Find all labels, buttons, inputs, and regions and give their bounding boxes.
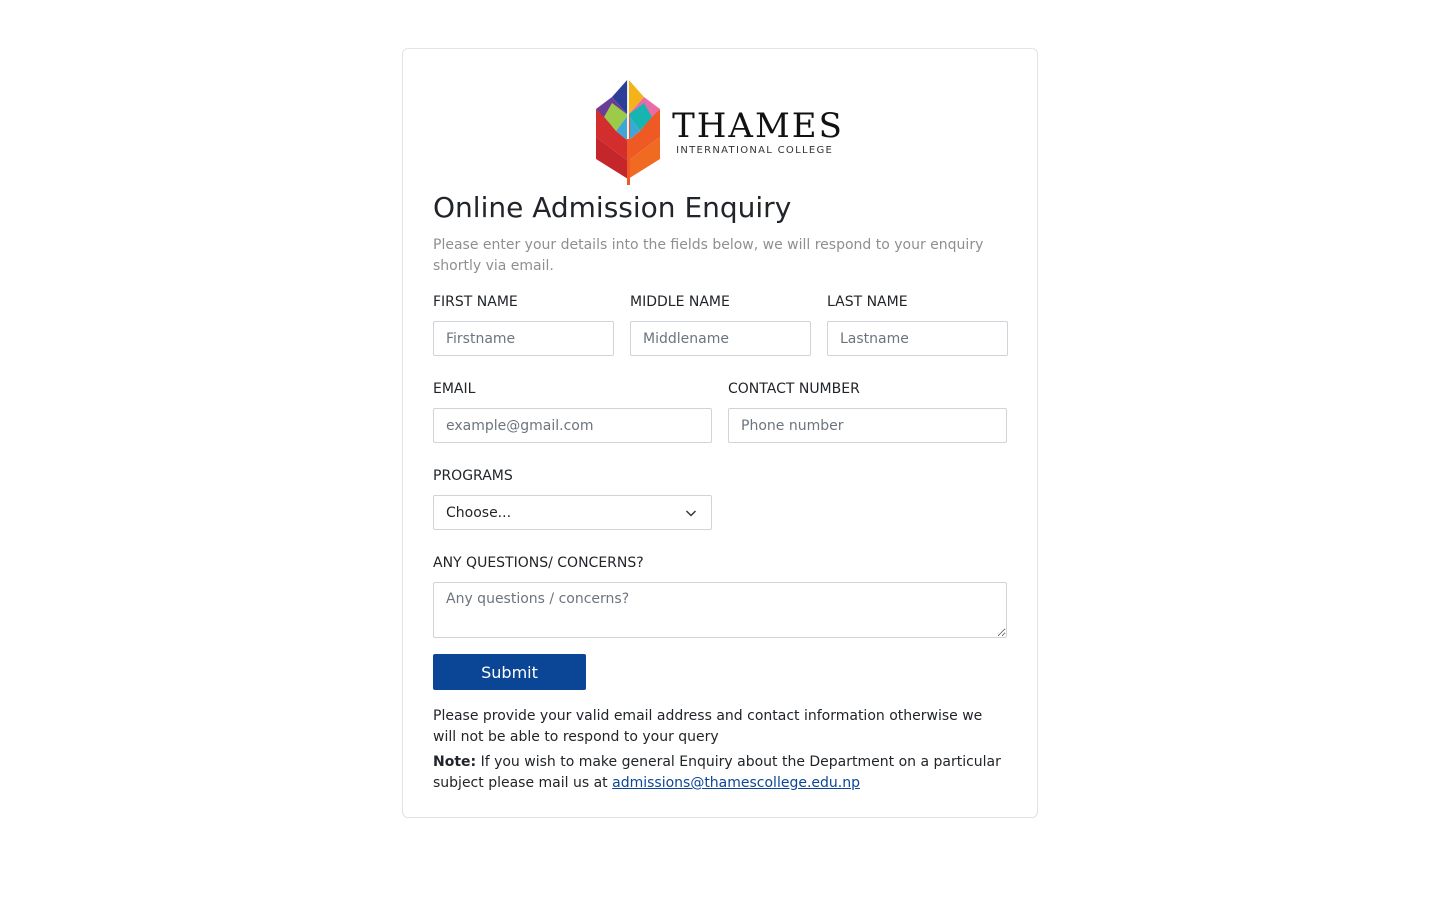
page-title: Online Admission Enquiry	[433, 191, 792, 224]
first-name-input[interactable]	[433, 321, 614, 356]
contact-group: CONTACT NUMBER	[728, 380, 1007, 443]
enquiry-card: THAMES INTERNATIONAL COLLEGE Online Admi…	[402, 48, 1038, 818]
chevron-down-icon	[685, 510, 697, 517]
logo-container: THAMES INTERNATIONAL COLLEGE	[433, 79, 1007, 185]
contact-row: EMAIL CONTACT NUMBER	[433, 380, 1007, 443]
logo-subtitle: INTERNATIONAL COLLEGE	[676, 144, 834, 156]
contact-label: CONTACT NUMBER	[728, 381, 860, 397]
first-name-label: FIRST NAME	[433, 294, 518, 310]
logo-name: THAMES	[672, 105, 844, 146]
middle-name-group: MIDDLE NAME	[630, 293, 811, 356]
last-name-label: LAST NAME	[827, 294, 908, 310]
questions-row: ANY QUESTIONS/ CONCERNS?	[433, 554, 1007, 638]
programs-row: PROGRAMS Choose...	[433, 467, 1007, 530]
contact-number-input[interactable]	[728, 408, 1007, 443]
name-row: FIRST NAME MIDDLE NAME LAST NAME	[433, 293, 1008, 356]
programs-group: PROGRAMS Choose...	[433, 467, 712, 530]
college-logo[interactable]: THAMES INTERNATIONAL COLLEGE	[596, 79, 844, 185]
middle-name-label: MIDDLE NAME	[630, 294, 730, 310]
email-label: EMAIL	[433, 381, 476, 397]
last-name-input[interactable]	[827, 321, 1008, 356]
submit-button[interactable]: Submit	[433, 654, 586, 690]
questions-textarea[interactable]	[433, 582, 1007, 638]
logo-text: THAMES INTERNATIONAL COLLEGE	[672, 109, 844, 156]
programs-select[interactable]: Choose...	[433, 495, 712, 530]
email-group: EMAIL	[433, 380, 712, 443]
info-text: Please provide your valid email address …	[433, 708, 983, 745]
programs-selected-value: Choose...	[446, 504, 512, 521]
programs-label: PROGRAMS	[433, 468, 513, 484]
note-text: Note: If you wish to make general Enquir…	[433, 752, 1007, 794]
last-name-group: LAST NAME	[827, 293, 1008, 356]
page-subtitle: Please enter your details into the field…	[433, 237, 984, 274]
middle-name-input[interactable]	[630, 321, 811, 356]
questions-label: ANY QUESTIONS/ CONCERNS?	[433, 555, 644, 571]
admissions-email-link[interactable]: admissions@thamescollege.edu.np	[612, 775, 860, 791]
email-field[interactable]	[433, 408, 712, 443]
first-name-group: FIRST NAME	[433, 293, 614, 356]
questions-group: ANY QUESTIONS/ CONCERNS?	[433, 554, 1007, 638]
note-label: Note:	[433, 754, 477, 770]
leaf-logo-icon	[596, 79, 661, 185]
